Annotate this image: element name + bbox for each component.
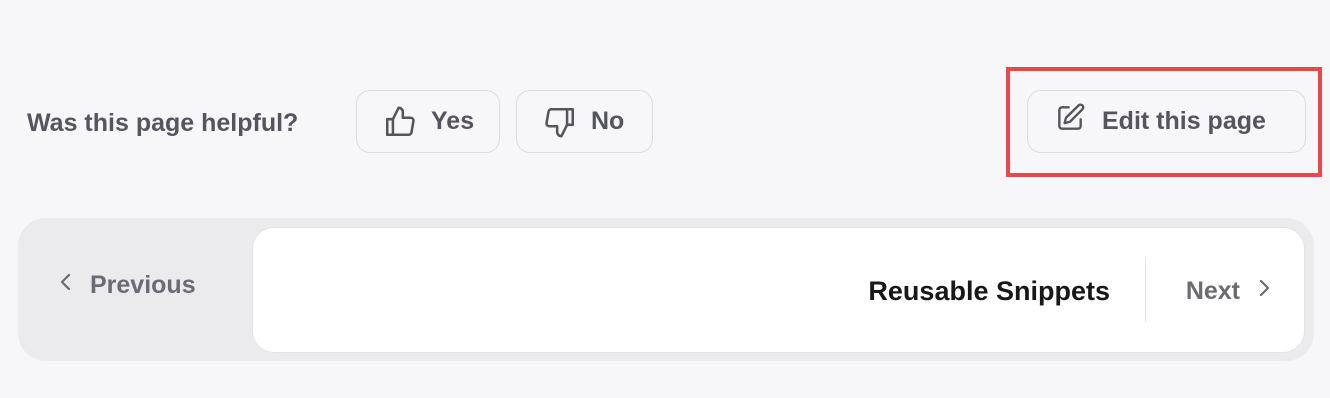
chevron-left-icon <box>58 271 74 300</box>
no-label: No <box>591 107 625 135</box>
next-label: Next <box>1185 277 1240 305</box>
no-button[interactable]: No <box>516 90 653 153</box>
previous-label: Previous <box>90 271 196 299</box>
chevron-right-icon <box>1256 273 1272 309</box>
edit-this-page-button[interactable]: Edit this page <box>1027 90 1306 153</box>
feedback-question: Was this page helpful? <box>27 109 299 137</box>
edit-icon <box>1054 102 1086 141</box>
yes-button[interactable]: Yes <box>356 90 500 153</box>
edit-label: Edit this page <box>1102 107 1266 135</box>
thumbs-down-icon <box>543 105 577 139</box>
thumbs-up-icon <box>383 105 417 139</box>
next-page-title: Reusable Snippets <box>868 276 1110 306</box>
next-link[interactable]: Next <box>1186 273 1272 309</box>
previous-link[interactable]: Previous <box>58 271 196 300</box>
yes-label: Yes <box>431 107 475 135</box>
next-page-card[interactable]: Reusable Snippets Next <box>252 227 1305 353</box>
divider <box>1145 258 1146 322</box>
